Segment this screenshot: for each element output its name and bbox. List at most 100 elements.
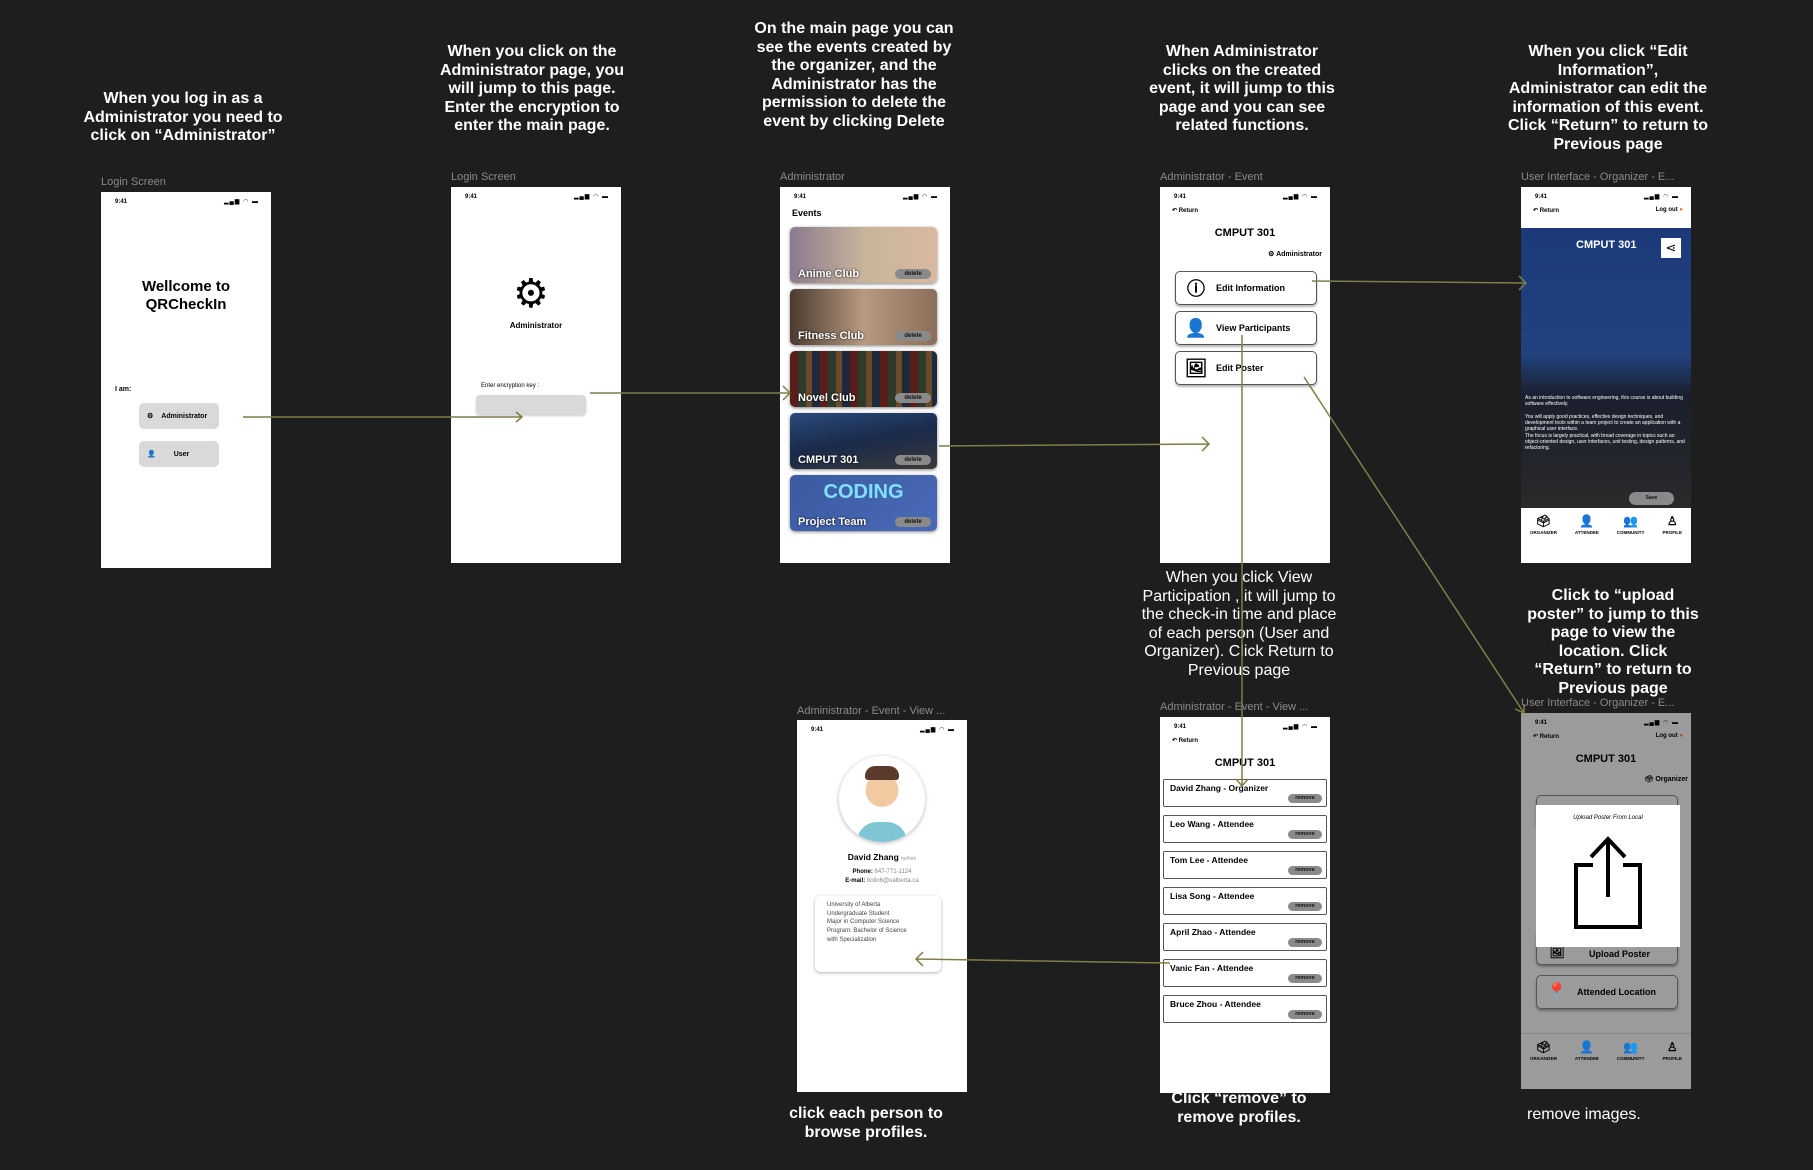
admin-gear-icon: ⚙ (513, 272, 549, 316)
frame-label: User Interface - Organizer - E... (1521, 171, 1675, 183)
frame-label: User Interface - Organizer - E... (1521, 697, 1675, 709)
status-icons: ▂▄▆ ◠ ▬ (902, 194, 938, 200)
event-title: CMPUT 301 (1575, 753, 1637, 765)
status-time: 9:41 (1174, 724, 1187, 730)
return-button[interactable]: ↶ Return (1172, 737, 1198, 744)
profile-phone: Phone: 647-771-1124 (852, 869, 912, 875)
upload-poster-screen: 9:41 ▂▄▆ ◠ ▬ ↶ Return Log out ● CMPUT 30… (1521, 713, 1691, 1089)
nav-community[interactable]: 👥 COMMUNITY (1617, 514, 1645, 563)
user-icon: 👤 (147, 451, 156, 458)
button-label: Edit Poster (1216, 363, 1264, 373)
upload-modal-title: Upload Poster From Local (1573, 815, 1643, 821)
organizer-role: 🗳 Organizer (1644, 776, 1688, 783)
frame-label: Administrator - Event - View ... (797, 705, 946, 717)
administrator-button[interactable]: ⚙ Administrator (139, 403, 219, 429)
events-title: Events (792, 208, 822, 218)
delete-button[interactable]: delete (895, 331, 931, 341)
profile-screen: 9:41 ▂▄▆ ◠ ▬ David Zhang he/him Phone: 6… (797, 720, 967, 1092)
logout-button[interactable]: Log out ● (1656, 733, 1683, 739)
event-card[interactable]: Novel Club delete (790, 351, 937, 407)
participant-item[interactable]: Vanic Fan - Attendee remove (1163, 959, 1327, 987)
delete-button[interactable]: delete (895, 269, 931, 279)
nav-organizer[interactable]: 🗳 ORGANIZER (1530, 514, 1557, 563)
button-label: View Participants (1216, 323, 1291, 333)
event-description[interactable]: As an introduction to software engineeri… (1525, 395, 1689, 452)
nav-attendee[interactable]: 👤 ATTENDEE (1575, 1040, 1599, 1089)
event-card[interactable]: CMPUT 301 delete (790, 413, 937, 469)
participant-item[interactable]: Leo Wang - Attendee remove (1163, 815, 1327, 843)
caption-remove: Click “remove” to remove profiles. (1171, 1090, 1307, 1126)
status-icons: ▂▄▆ ◠ ▬ (223, 199, 259, 205)
nav-attendee[interactable]: 👤 ATTENDEE (1575, 514, 1599, 563)
remove-button[interactable]: remove (1288, 1010, 1322, 1019)
edit-information-screen: 9:41 ▂▄▆ ◠ ▬ ↶ Return Log out ● CMPUT 30… (1521, 187, 1691, 563)
event-card[interactable]: Fitness Club delete (790, 289, 937, 345)
event-name: Fitness Club (798, 330, 865, 342)
nav-community[interactable]: 👥 COMMUNITY (1617, 1040, 1645, 1089)
upload-icon[interactable] (1573, 835, 1643, 930)
image-icon: 🖼 (1549, 945, 1565, 959)
nav-profile[interactable]: ♙ PROFILE (1663, 514, 1683, 563)
participant-name: David Zhang - Organizer (1170, 783, 1269, 793)
return-button[interactable]: ↶ Return (1533, 207, 1559, 214)
button-label: Edit Information (1216, 283, 1285, 293)
share-icon[interactable]: ⋖ (1661, 238, 1681, 258)
profile-name: David Zhang he/him (847, 852, 917, 862)
event-title: CMPUT 301 (1214, 227, 1276, 239)
return-label: Return (1178, 738, 1199, 744)
participant-item[interactable]: Tom Lee - Attendee remove (1163, 851, 1327, 879)
participant-name: Bruce Zhou - Attendee (1170, 999, 1261, 1009)
remove-button[interactable]: remove (1288, 830, 1322, 839)
remove-button[interactable]: remove (1288, 794, 1322, 803)
remove-button[interactable]: remove (1288, 902, 1322, 911)
avatar (839, 756, 925, 842)
participant-item[interactable]: Lisa Song - Attendee remove (1163, 887, 1327, 915)
event-name: CMPUT 301 (798, 454, 859, 466)
return-button[interactable]: ↶ Return (1533, 733, 1559, 740)
delete-button[interactable]: delete (895, 517, 931, 527)
return-label: Return (1539, 734, 1560, 740)
avatar-icon: ● (1679, 207, 1683, 213)
status-icons: ▂▄▆ ◠ ▬ (573, 194, 609, 200)
user-button[interactable]: 👤 User (139, 441, 219, 467)
events-screen: 9:41 ▂▄▆ ◠ ▬ Events Anime Club delete Fitn… (780, 187, 950, 563)
event-card[interactable]: CODING Project Team delete (790, 475, 937, 531)
event-card[interactable]: Anime Club delete (790, 227, 937, 283)
poster-image[interactable] (1521, 228, 1691, 508)
delete-button[interactable]: delete (895, 455, 931, 465)
event-name: Novel Club (798, 392, 856, 404)
attended-location-button[interactable]: 📍 Attended Location (1536, 975, 1678, 1009)
nav-profile[interactable]: ♙ PROFILE (1663, 1040, 1683, 1089)
profile-email: E-mail: bolin6@ualberta.ca (845, 878, 919, 884)
status-icons: ▂▄▆ ◠ ▬ (1643, 720, 1679, 726)
caption-login: When you log in as a Administrator you n… (83, 90, 283, 144)
event-name: Project Team (798, 516, 867, 528)
remove-button[interactable]: remove (1288, 974, 1322, 983)
status-time: 9:41 (794, 194, 807, 200)
nav-organizer[interactable]: 🗳 ORGANIZER (1530, 1040, 1557, 1089)
edit-information-button[interactable]: ⓘ Edit Information (1175, 271, 1317, 305)
frame-label: Administrator - Event - View ... (1160, 701, 1309, 713)
remove-button[interactable]: remove (1288, 938, 1322, 947)
upload-modal[interactable]: Upload Poster From Local (1536, 805, 1680, 947)
caption-event: When Administrator clicks on the created… (1149, 43, 1335, 134)
status-icons: ▂▄▆ ◠ ▬ (919, 727, 955, 733)
remove-button[interactable]: remove (1288, 866, 1322, 875)
participant-item[interactable]: April Zhao - Attendee remove (1163, 923, 1327, 951)
encryption-key-input[interactable] (476, 395, 586, 415)
image-icon: 🖼 (1184, 357, 1208, 378)
view-participants-button[interactable]: 👤 View Participants (1175, 311, 1317, 345)
logout-button[interactable]: Log out ● (1656, 207, 1683, 213)
bottom-nav: 🗳 ORGANIZER 👤 ATTENDEE 👥 COMMUNITY ♙ PROFILE (1521, 1033, 1691, 1089)
welcome-title: Wellcome to QRCheckIn (141, 278, 231, 313)
return-button[interactable]: ↶ Return (1172, 207, 1198, 214)
edit-poster-button[interactable]: 🖼 Edit Poster (1175, 351, 1317, 385)
participant-item[interactable]: Bruce Zhou - Attendee remove (1163, 995, 1327, 1023)
encryption-key-label: Enter encryption key : (481, 383, 540, 389)
save-button[interactable]: Save (1629, 492, 1674, 505)
delete-button[interactable]: delete (895, 393, 931, 403)
status-time: 9:41 (1535, 194, 1548, 200)
participant-item[interactable]: David Zhang - Organizer remove (1163, 779, 1327, 807)
frame-label: Administrator (780, 171, 845, 183)
status-icons: ▂▄▆ ◠ ▬ (1282, 724, 1318, 730)
